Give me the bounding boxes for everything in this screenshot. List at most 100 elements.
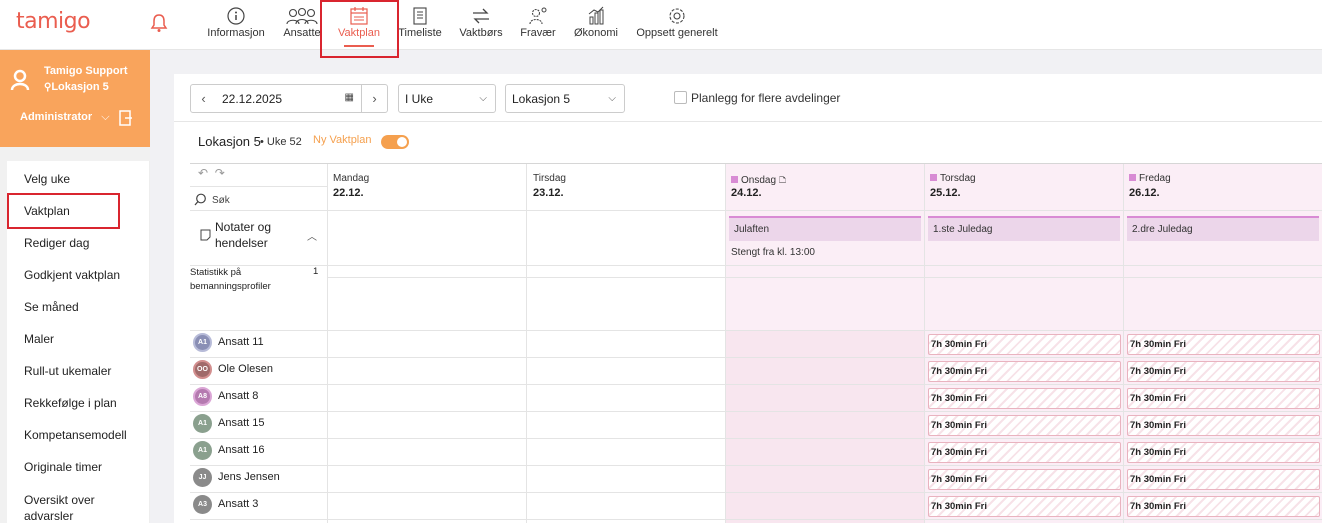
sidebar-item-oversikt-advarsler[interactable]: Oversikt over advarsler: [24, 492, 124, 523]
multi-dept-checkbox[interactable]: [674, 91, 687, 104]
search-input[interactable]: Søk: [212, 195, 230, 206]
event-note: Stengt fra kl. 13:00: [731, 247, 815, 258]
day-name-mon: Mandag: [333, 173, 370, 184]
location-select[interactable]: Lokasjon 5 ⌵: [505, 84, 625, 113]
avatar: JJ: [193, 468, 212, 487]
search-icon[interactable]: [194, 193, 207, 206]
nav-oppsett-generelt[interactable]: Oppsett generelt: [636, 0, 718, 50]
nav-vaktbors[interactable]: Vaktbørs: [459, 0, 503, 50]
nav-label: Økonomi: [573, 27, 619, 39]
plan-title: Lokasjon 5: [198, 134, 261, 149]
day-date-fri[interactable]: 26.12.: [1129, 187, 1160, 199]
employee-name[interactable]: Jens Jensen: [218, 471, 280, 483]
shift-cell[interactable]: 7h 30min Fri: [928, 415, 1121, 436]
avatar: A8: [193, 387, 212, 406]
top-bar: tamigo Informasjon Ansatte Vaktplan Time…: [0, 0, 1322, 50]
plan-week: • Uke 52: [260, 136, 302, 148]
date-input[interactable]: 22.12.2025 ▦: [216, 84, 362, 113]
new-plan-toggle[interactable]: [381, 135, 409, 149]
undo-icon[interactable]: ↶: [198, 166, 208, 180]
sidebar-item-maler[interactable]: Maler: [24, 332, 54, 346]
sidebar-item-velg-uke[interactable]: Velg uke: [24, 172, 70, 186]
shift-cell[interactable]: 7h 30min Fri: [1127, 415, 1320, 436]
chevron-down-icon: ⌵: [608, 93, 616, 104]
shift-cell[interactable]: 7h 30min Fri: [928, 469, 1121, 490]
info-icon: [227, 7, 245, 25]
day-name-tue: Tirsdag: [533, 173, 566, 184]
next-week-button[interactable]: ›: [361, 84, 388, 113]
day-date-wed[interactable]: 24.12.: [731, 187, 762, 199]
employee-name[interactable]: Ansatt 3: [218, 498, 258, 510]
note-icon[interactable]: 🗅: [779, 175, 786, 186]
avatar: A3: [193, 495, 212, 514]
employee-name[interactable]: Ansatt 15: [218, 417, 264, 429]
shift-cell[interactable]: 7h 30min Fri: [1127, 442, 1320, 463]
day-name-thu: Torsdag: [930, 173, 976, 184]
sidebar-item-rediger-dag[interactable]: Rediger dag: [24, 236, 89, 250]
event-1-juledag[interactable]: 1.ste Juledag: [928, 216, 1120, 241]
avatar: A1: [193, 333, 212, 352]
employee-name[interactable]: Ansatt 8: [218, 390, 258, 402]
event-2-juledag[interactable]: 2.dre Juledag: [1127, 216, 1319, 241]
note-icon: [200, 229, 211, 241]
nav-okonomi[interactable]: Økonomi: [573, 0, 619, 50]
nav-fravaer[interactable]: Fravær: [518, 0, 558, 50]
day-date-mon[interactable]: 22.12.: [333, 187, 364, 199]
shift-cell[interactable]: 7h 30min Fri: [1127, 388, 1320, 409]
nav-ansatte[interactable]: Ansatte: [282, 0, 322, 50]
row-divider: [327, 277, 1322, 278]
column-divider: [327, 164, 328, 523]
holiday-wed-rows-bg: [726, 331, 924, 523]
employee-name[interactable]: Ansatt 11: [218, 336, 264, 348]
chevron-left-icon: ‹: [201, 91, 206, 106]
chevron-up-icon[interactable]: ︿: [307, 228, 317, 243]
multi-dept-label: Planlegg for flere avdelinger: [691, 91, 841, 105]
prev-week-button[interactable]: ‹: [190, 84, 217, 113]
people-icon: [286, 7, 318, 25]
sidebar-item-se-maned[interactable]: Se måned: [24, 300, 79, 314]
sidebar-item-rekkefolge[interactable]: Rekkefølge i plan: [24, 396, 117, 410]
row-divider: [190, 519, 1322, 520]
exchange-icon: [473, 8, 489, 24]
highlight-box-nav: [320, 0, 399, 58]
employee-name[interactable]: Ansatt 16: [218, 444, 264, 456]
shift-cell[interactable]: 7h 30min Fri: [928, 442, 1121, 463]
highlight-box-sidebar: [7, 193, 120, 229]
nav-informasjon[interactable]: Informasjon: [207, 0, 265, 50]
logo[interactable]: tamigo: [16, 9, 91, 34]
grid-top-border: [190, 163, 1322, 164]
role-dropdown[interactable]: Administrator ⌵: [20, 111, 110, 124]
stats-label: Statistikk på bemanningsprofiler: [190, 267, 271, 292]
calendar-small-icon[interactable]: ▦: [345, 92, 354, 103]
sidebar-item-godkjent-vaktplan[interactable]: Godkjent vaktplan: [24, 268, 120, 282]
row-divider: [190, 384, 1322, 385]
day-date-tue[interactable]: 23.12.: [533, 187, 564, 199]
shift-cell[interactable]: 7h 30min Fri: [928, 361, 1121, 382]
bell-icon[interactable]: [150, 13, 168, 33]
shift-cell[interactable]: 7h 30min Fri: [928, 496, 1121, 517]
nav-timeliste[interactable]: Timeliste: [398, 0, 442, 50]
shift-cell[interactable]: 7h 30min Fri: [1127, 469, 1320, 490]
shift-cell[interactable]: 7h 30min Fri: [928, 334, 1121, 355]
logout-icon[interactable]: [119, 110, 133, 126]
sidebar-item-kompetansemodell[interactable]: Kompetansemodell: [24, 428, 127, 442]
shift-cell[interactable]: 7h 30min Fri: [928, 388, 1121, 409]
chevron-down-icon: ⌵: [101, 111, 110, 123]
nav-label: Informasjon: [207, 27, 265, 39]
shift-cell[interactable]: 7h 30min Fri: [1127, 361, 1320, 382]
employee-name[interactable]: Ole Olesen: [218, 363, 273, 375]
timesheet-icon: [413, 7, 427, 25]
sidebar-item-originale-timer[interactable]: Originale timer: [24, 460, 102, 474]
shift-cell[interactable]: 7h 30min Fri: [1127, 334, 1320, 355]
event-julaften[interactable]: Julaften: [729, 216, 921, 241]
column-divider: [1123, 164, 1124, 523]
day-date-thu[interactable]: 25.12.: [930, 187, 961, 199]
period-select[interactable]: I Uke ⌵: [398, 84, 496, 113]
nav-label: Timeliste: [398, 27, 442, 39]
redo-icon[interactable]: ↷: [215, 166, 225, 180]
sidebar-gap: [0, 147, 150, 161]
row-divider: [190, 330, 1322, 331]
column-divider: [725, 164, 726, 523]
sidebar-item-rull-ut-ukemaler[interactable]: Rull-ut ukemaler: [24, 364, 111, 378]
shift-cell[interactable]: 7h 30min Fri: [1127, 496, 1320, 517]
